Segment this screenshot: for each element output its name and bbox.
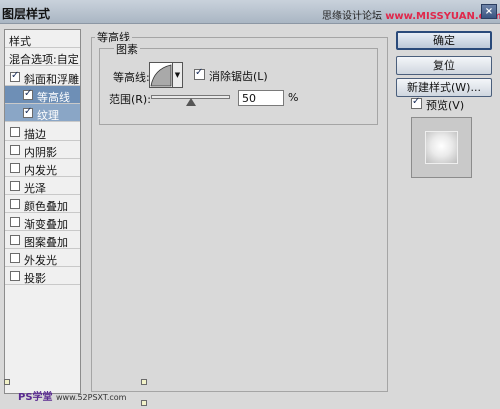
sidebar-header[interactable]: 样式 — [5, 30, 80, 48]
new-style-button[interactable]: 新建样式(W)... — [396, 78, 492, 97]
checkbox[interactable] — [10, 145, 20, 155]
title-bar: 图层样式 思缘设计论坛 www.MISSYUAN.com × — [0, 0, 500, 24]
resize-corner-icon — [141, 400, 147, 406]
checkbox[interactable] — [10, 235, 20, 245]
checkbox[interactable] — [10, 70, 20, 82]
checkbox[interactable] — [23, 88, 33, 100]
antialias-checkbox[interactable] — [194, 67, 205, 80]
checkbox[interactable] — [10, 181, 20, 191]
sidebar-item-label: 内发光 — [24, 164, 57, 177]
checkbox[interactable] — [10, 127, 20, 137]
sidebar-item-label: 光泽 — [24, 182, 46, 195]
checkbox[interactable] — [10, 199, 20, 209]
checkbox[interactable] — [23, 106, 33, 118]
sidebar-item-blend-options[interactable]: 混合选项:自定 — [5, 48, 80, 66]
checkbox[interactable] — [10, 253, 20, 263]
sidebar-item-label: 外发光 — [24, 254, 57, 267]
range-slider-thumb[interactable] — [186, 98, 196, 106]
preview-label: 预览(V) — [426, 99, 465, 112]
range-label: 范围(R): — [109, 93, 151, 106]
elements-group — [99, 48, 378, 125]
sidebar-item-texture[interactable]: 纹理 — [5, 104, 80, 122]
close-button[interactable]: × — [481, 4, 497, 19]
resize-corner-icon — [141, 379, 147, 385]
checkbox[interactable] — [10, 271, 20, 281]
sidebar-item-label: 等高线 — [37, 91, 70, 104]
ok-button[interactable]: 确定 — [396, 31, 492, 50]
sidebar-item-outer-glow[interactable]: 外发光 — [5, 249, 80, 267]
resize-corner-icon — [4, 379, 10, 385]
preview-swatch — [425, 131, 458, 164]
sidebar-item-pattern-overlay[interactable]: 图案叠加 — [5, 231, 80, 249]
window-title: 图层样式 — [2, 7, 51, 21]
styles-sidebar: 样式 混合选项:自定 斜面和浮雕 等高线 纹理 描边 内阴影 内发光 光泽 颜色… — [4, 29, 81, 394]
reset-button[interactable]: 复位 — [396, 56, 492, 75]
sidebar-item-drop-shadow[interactable]: 投影 — [5, 267, 80, 285]
sidebar-item-color-overlay[interactable]: 颜色叠加 — [5, 195, 80, 213]
contour-curve-icon — [150, 64, 172, 87]
sidebar-item-label: 投影 — [24, 272, 46, 285]
sidebar-item-label: 内阴影 — [24, 146, 57, 159]
preview-checkbox[interactable] — [411, 96, 422, 109]
sidebar-item-inner-shadow[interactable]: 内阴影 — [5, 141, 80, 159]
footer-watermark-site: www.52PSXT.com — [56, 393, 127, 402]
sidebar-item-label: 描边 — [24, 128, 46, 141]
sidebar-item-stroke[interactable]: 描边 — [5, 123, 80, 141]
style-preview — [411, 117, 472, 178]
watermark: 思缘设计论坛 www.MISSYUAN.com — [322, 7, 500, 22]
range-input[interactable]: 50 — [238, 90, 284, 106]
sidebar-item-gradient-overlay[interactable]: 渐变叠加 — [5, 213, 80, 231]
sidebar-item-label: 纹理 — [37, 109, 59, 122]
footer-watermark-text: PS学堂 — [18, 392, 53, 403]
sidebar-item-label: 渐变叠加 — [24, 218, 68, 231]
footer-watermark: PS学堂 www.52PSXT.com — [18, 388, 126, 403]
antialias-label: 消除锯齿(L) — [209, 70, 268, 83]
contour-picker[interactable] — [149, 62, 173, 88]
contour-panel: 等高线 图素 等高线: ▼ 消除锯齿(L) 范围(R): 50 % — [89, 29, 390, 394]
sidebar-header-label: 样式 — [9, 35, 31, 48]
sidebar-item-bevel-emboss[interactable]: 斜面和浮雕 — [5, 68, 80, 86]
watermark-text: 思缘设计论坛 — [322, 11, 382, 22]
sidebar-item-inner-glow[interactable]: 内发光 — [5, 159, 80, 177]
checkbox[interactable] — [10, 163, 20, 173]
range-unit: % — [288, 91, 299, 104]
sidebar-item-satin[interactable]: 光泽 — [5, 177, 80, 195]
sidebar-item-label: 斜面和浮雕 — [24, 73, 79, 86]
sidebar-item-contour[interactable]: 等高线 — [5, 86, 80, 104]
checkbox[interactable] — [10, 217, 20, 227]
sidebar-item-label: 混合选项:自定 — [9, 53, 79, 66]
sidebar-item-label: 图案叠加 — [24, 236, 68, 249]
close-icon: × — [484, 6, 494, 17]
contour-label: 等高线: — [113, 71, 150, 84]
sidebar-item-label: 颜色叠加 — [24, 200, 68, 213]
chevron-down-icon[interactable]: ▼ — [173, 62, 183, 88]
group-title: 图素 — [114, 41, 140, 57]
